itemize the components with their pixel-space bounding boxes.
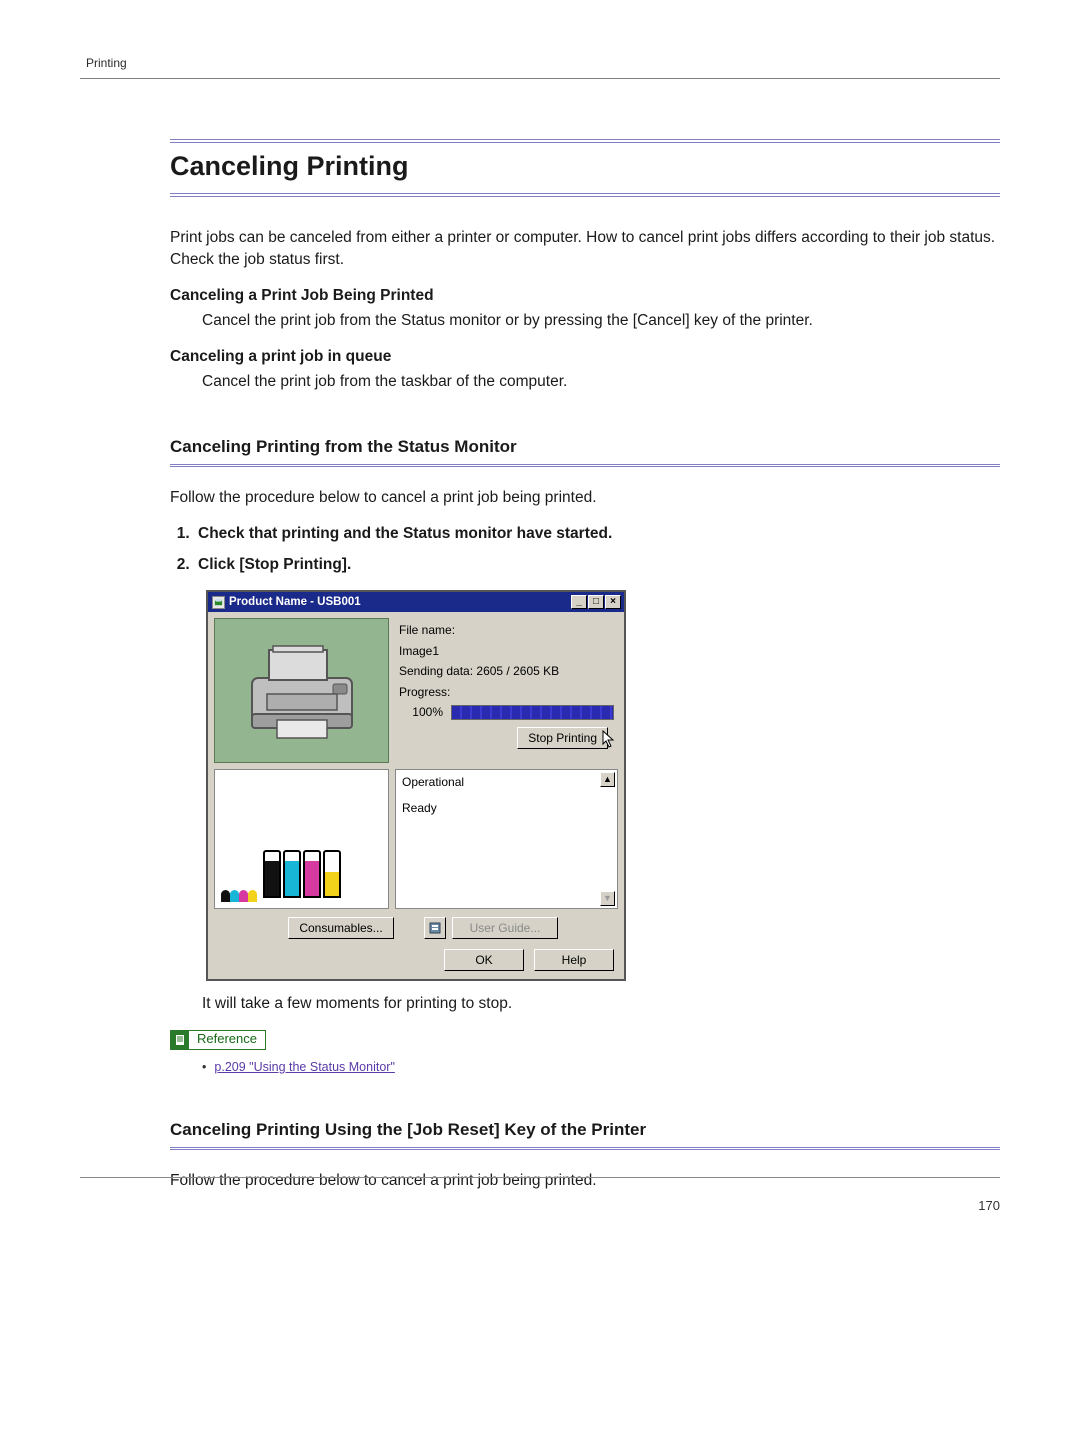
status-operational: Operational [402, 774, 599, 791]
dialog-titlebar: Product Name - USB001 _ □ × [208, 592, 624, 612]
after-dialog-note: It will take a few moments for printing … [202, 993, 1000, 1015]
progress-bar [451, 705, 614, 720]
reference-list: p.209 "Using the Status Monitor" [202, 1058, 1000, 1076]
h2a-lead: Follow the procedure below to cancel a p… [170, 487, 1000, 509]
consumables-button[interactable]: Consumables... [288, 917, 394, 939]
close-button[interactable]: × [605, 595, 621, 609]
h1-rule-bottom [170, 193, 1000, 197]
subbody-queue: Cancel the print job from the taskbar of… [202, 371, 1000, 393]
section-job-reset: Canceling Printing Using the [Job Reset]… [170, 1118, 1000, 1143]
status-box: Operational Ready ▲ ▼ [395, 769, 618, 909]
config-icon-button[interactable] [424, 917, 446, 939]
page-title: Canceling Printing [170, 147, 1000, 186]
h2b-lead: Follow the procedure below to cancel a p… [170, 1170, 1000, 1192]
file-name-value: Image1 [399, 643, 614, 660]
status-monitor-dialog: Product Name - USB001 _ □ × [206, 590, 626, 981]
ink-cartridge-magenta [303, 850, 321, 898]
ink-cartridge-cyan [283, 850, 301, 898]
user-guide-button[interactable]: User Guide... [452, 917, 558, 939]
cursor-icon [602, 730, 618, 753]
scroll-up-button[interactable]: ▲ [600, 772, 615, 787]
divider-top [80, 78, 1000, 79]
subheading-queue: Canceling a print job in queue [170, 346, 1000, 368]
h1-rule-top [170, 139, 1000, 143]
scroll-down-button[interactable]: ▼ [600, 891, 615, 906]
help-button[interactable]: Help [534, 949, 614, 971]
page-number: 170 [978, 1197, 1000, 1216]
ok-button[interactable]: OK [444, 949, 524, 971]
status-ready: Ready [402, 800, 599, 817]
intro-paragraph: Print jobs can be canceled from either a… [170, 227, 1000, 272]
subbody-printed: Cancel the print job from the Status mon… [202, 310, 1000, 332]
printer-illustration [214, 618, 389, 763]
progress-value: 100% [399, 704, 443, 721]
step-1: Check that printing and the Status monit… [194, 523, 1000, 545]
ink-levels-pane [214, 769, 389, 909]
step-2: Click [Stop Printing]. [194, 554, 1000, 576]
h2a-rule [170, 464, 1000, 467]
minimize-button[interactable]: _ [571, 595, 587, 609]
info-pane: File name: Image1 Sending data: 2605 / 2… [395, 618, 618, 763]
steps-list: Check that printing and the Status monit… [194, 523, 1000, 576]
progress-label: Progress: [399, 684, 614, 701]
divider-bottom [80, 1177, 1000, 1178]
app-icon [212, 596, 225, 609]
ink-mini-icon [221, 890, 257, 902]
running-head: Printing [86, 55, 1000, 72]
maximize-button[interactable]: □ [588, 595, 604, 609]
sending-data: Sending data: 2605 / 2605 KB [399, 663, 614, 680]
reference-tag: Reference [170, 1030, 266, 1050]
stop-printing-button[interactable]: Stop Printing [517, 727, 608, 749]
h2b-rule [170, 1147, 1000, 1150]
content: Canceling Printing Print jobs can be can… [170, 139, 1000, 1192]
file-name-label: File name: [399, 622, 614, 639]
section-status-monitor: Canceling Printing from the Status Monit… [170, 435, 1000, 460]
dialog-body: File name: Image1 Sending data: 2605 / 2… [208, 612, 624, 979]
reference-link[interactable]: p.209 "Using the Status Monitor" [214, 1060, 395, 1074]
subheading-printed: Canceling a Print Job Being Printed [170, 285, 1000, 307]
ink-cartridge-yellow [323, 850, 341, 898]
dialog-title: Product Name - USB001 [229, 594, 570, 611]
ink-cartridge-black [263, 850, 281, 898]
reference-icon [171, 1031, 189, 1049]
page: Printing Canceling Printing Print jobs c… [0, 0, 1080, 1256]
reference-label: Reference [189, 1030, 265, 1049]
